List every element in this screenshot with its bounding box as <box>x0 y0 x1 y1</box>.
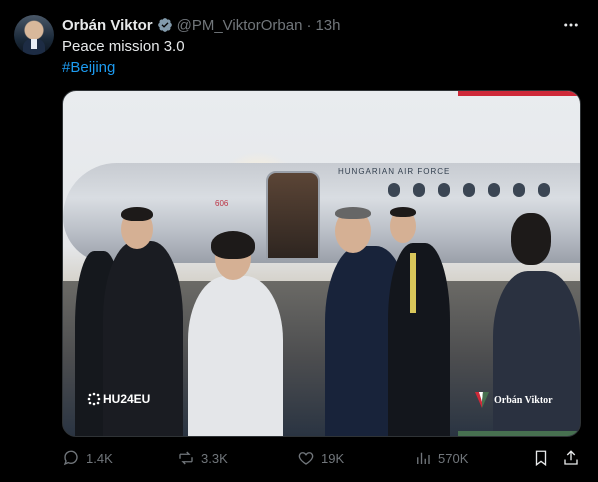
plane-label: HUNGARIAN AIR FORCE <box>338 167 451 176</box>
plane-number: 606 <box>215 199 229 208</box>
dots-logo-icon <box>87 392 101 406</box>
post-time[interactable]: 13h <box>315 17 340 34</box>
tweet[interactable]: Orbán Viktor @PM_ViktorOrban · 13h Peace… <box>0 0 598 482</box>
bookmark-button[interactable] <box>532 448 556 468</box>
tweet-header: Orbán Viktor @PM_ViktorOrban · 13h <box>62 15 340 35</box>
repost-count: 3.3K <box>201 450 228 466</box>
reply-icon <box>63 450 78 466</box>
share-icon <box>564 450 578 465</box>
avatar[interactable] <box>14 15 54 55</box>
flag-stripe-green <box>458 431 580 436</box>
watermark-hu24eu: HU24EU <box>87 392 150 406</box>
person-yellow-tie <box>388 243 450 436</box>
action-bar: 1.4K 3.3K 19K 570K <box>62 448 582 468</box>
author-handle[interactable]: @PM_ViktorOrban <box>177 17 303 34</box>
verified-badge-icon <box>157 18 172 32</box>
like-count: 19K <box>321 450 345 466</box>
reply-count: 1.4K <box>86 450 113 466</box>
watermark-orban: Orbán Viktor <box>475 392 553 408</box>
tweet-photo[interactable]: HUNGARIAN AIR FORCE 606 HU24EU Orbán Vik… <box>62 90 581 437</box>
plane-door <box>266 171 320 260</box>
reply-button[interactable]: 1.4K <box>62 448 113 468</box>
person-left-2-hair <box>121 207 153 221</box>
repost-icon <box>179 451 193 465</box>
bookmark-icon <box>535 450 547 467</box>
watermark-hu24eu-text: HU24EU <box>103 392 151 406</box>
heart-icon <box>298 452 314 465</box>
hashtag-link[interactable]: #Beijing <box>62 59 115 76</box>
repost-button[interactable]: 3.3K <box>177 448 228 468</box>
avatar-shirt <box>31 39 37 49</box>
person-left-2 <box>103 241 183 436</box>
separator-dot: · <box>306 16 312 34</box>
watermark-orban-text: Orbán Viktor <box>494 394 553 406</box>
yellow-tie <box>410 253 416 313</box>
like-button[interactable]: 19K <box>297 448 344 468</box>
person-right-woman-hair <box>511 213 551 265</box>
person-woman-white-hair <box>211 231 255 259</box>
views-count: 570K <box>438 450 469 466</box>
person-right-woman <box>493 271 580 436</box>
author-name[interactable]: Orbán Viktor <box>62 17 153 34</box>
tweet-text: Peace mission 3.0 <box>62 38 185 55</box>
person-yellow-tie-hair <box>390 207 416 217</box>
views-button[interactable]: 570K <box>414 448 468 468</box>
person-center-hair <box>335 207 371 219</box>
flag-stripe-red <box>458 91 580 96</box>
person-woman-white <box>188 276 283 436</box>
more-options-icon[interactable] <box>560 16 582 34</box>
flag-v-logo-icon <box>475 392 489 408</box>
share-button[interactable] <box>562 448 586 468</box>
views-chart-icon <box>417 452 430 464</box>
